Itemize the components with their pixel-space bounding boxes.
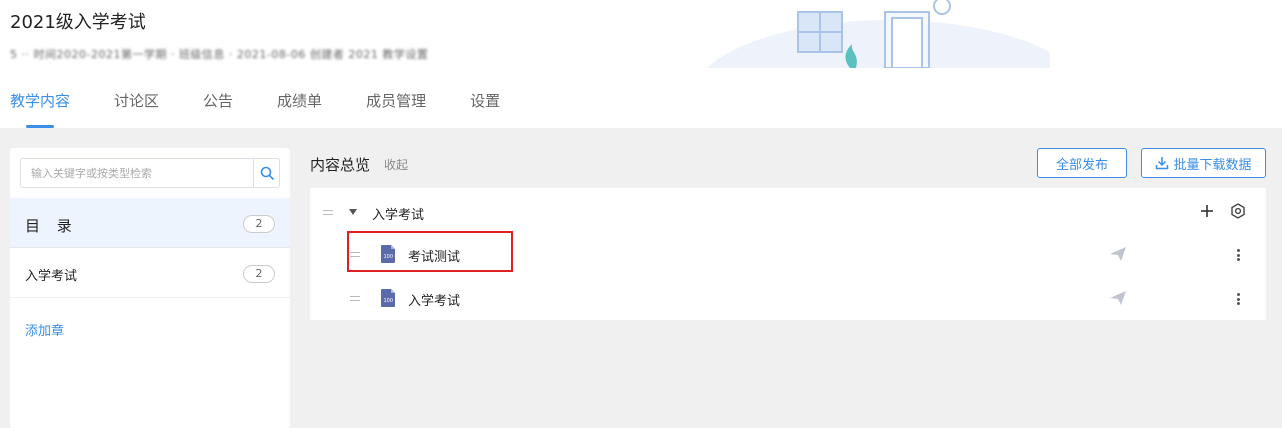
section-title: 入学考试	[372, 208, 425, 223]
content-panel: 入学考试 100 考试测试 100 入学考试	[310, 188, 1266, 320]
publish-all-button[interactable]: 全部发布	[1037, 148, 1127, 178]
catalog-label: 目 录	[25, 217, 78, 235]
highlight-annotation-box	[347, 231, 513, 272]
content-overview-title: 内容总览	[310, 156, 371, 174]
content-item-title[interactable]: 入学考试	[408, 290, 460, 309]
section-row[interactable]: 入学考试	[310, 190, 1266, 234]
content-item-row[interactable]: 100 入学考试	[310, 276, 1266, 320]
drag-handle-icon[interactable]	[350, 296, 360, 301]
batch-download-button[interactable]: 批量下载数据	[1141, 148, 1266, 178]
header-illustration	[706, 0, 1050, 68]
search-input[interactable]	[21, 159, 255, 187]
more-options-icon[interactable]	[1231, 247, 1245, 263]
tab-announcement[interactable]: 公告	[203, 86, 233, 128]
publish-send-icon[interactable]	[1109, 289, 1127, 307]
catalog-sidebar: 目 录 2 入学考试 2 添加章	[10, 148, 290, 428]
gear-icon[interactable]	[1230, 203, 1246, 219]
batch-download-label: 批量下载数据	[1173, 157, 1252, 173]
caret-down-icon[interactable]	[348, 208, 358, 216]
sidebar-chapter-item[interactable]: 入学考试 2	[10, 248, 290, 298]
tab-settings[interactable]: 设置	[470, 86, 500, 128]
drag-handle-icon[interactable]	[323, 210, 333, 215]
chapter-count-badge: 2	[243, 265, 275, 283]
tab-teaching-content[interactable]: 教学内容	[10, 86, 70, 128]
course-header: 2021级入学考试 5 ·· 时间2020-2021第一学期 · 班级信息 · …	[0, 0, 1282, 128]
tab-gradebook[interactable]: 成绩单	[277, 86, 322, 128]
tab-bar: 教学内容 讨论区 公告 成绩单 成员管理 设置	[0, 86, 534, 128]
search-icon	[260, 166, 274, 180]
collapse-link[interactable]: 收起	[384, 156, 408, 173]
add-icon[interactable]	[1200, 204, 1214, 218]
more-options-icon[interactable]	[1231, 291, 1245, 307]
course-title: 2021级入学考试	[10, 12, 146, 33]
search-button[interactable]	[253, 159, 279, 187]
course-meta: 5 ·· 时间2020-2021第一学期 · 班级信息 · 2021-08-06…	[10, 48, 429, 61]
tab-member-management[interactable]: 成员管理	[366, 86, 426, 128]
catalog-count-badge: 2	[243, 215, 275, 233]
document-icon: 100	[381, 289, 395, 307]
chapter-label: 入学考试	[25, 269, 78, 284]
svg-text:100: 100	[384, 298, 394, 304]
download-icon	[1156, 157, 1169, 170]
search-box	[20, 158, 280, 188]
tab-discussion[interactable]: 讨论区	[114, 86, 159, 128]
catalog-header[interactable]: 目 录 2	[10, 198, 290, 248]
publish-send-icon[interactable]	[1109, 245, 1127, 263]
add-chapter-link[interactable]: 添加章	[25, 320, 64, 339]
